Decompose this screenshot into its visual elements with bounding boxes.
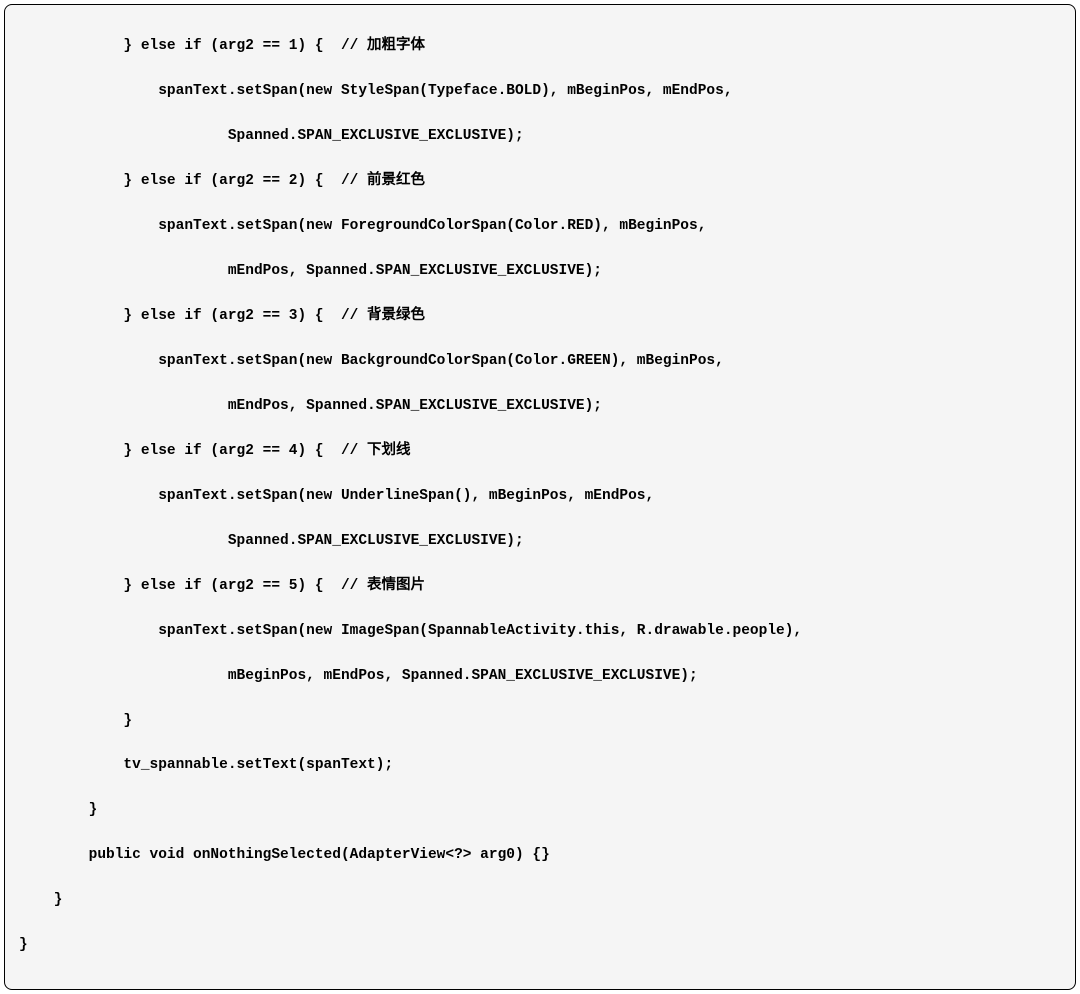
code-line: spanText.setSpan(new BackgroundColorSpan… <box>19 350 1061 372</box>
code-line: } else if (arg2 == 1) { // 加粗字体 <box>19 35 1061 57</box>
code-line: Spanned.SPAN_EXCLUSIVE_EXCLUSIVE); <box>19 125 1061 147</box>
code-line: mEndPos, Spanned.SPAN_EXCLUSIVE_EXCLUSIV… <box>19 260 1061 282</box>
code-line: } else if (arg2 == 4) { // 下划线 <box>19 440 1061 462</box>
code-line: spanText.setSpan(new ImageSpan(Spannable… <box>19 620 1061 642</box>
code-line: public void onNothingSelected(AdapterVie… <box>19 844 1061 866</box>
code-line: } else if (arg2 == 3) { // 背景绿色 <box>19 305 1061 327</box>
code-line: Spanned.SPAN_EXCLUSIVE_EXCLUSIVE); <box>19 530 1061 552</box>
code-line: mEndPos, Spanned.SPAN_EXCLUSIVE_EXCLUSIV… <box>19 395 1061 417</box>
code-line: } else if (arg2 == 2) { // 前景红色 <box>19 170 1061 192</box>
code-line: } else if (arg2 == 5) { // 表情图片 <box>19 575 1061 597</box>
code-line: spanText.setSpan(new ForegroundColorSpan… <box>19 215 1061 237</box>
code-line: } <box>19 710 1061 732</box>
code-line: } <box>19 934 1061 956</box>
code-block: } else if (arg2 == 1) { // 加粗字体 spanText… <box>4 4 1076 990</box>
code-line: tv_spannable.setText(spanText); <box>19 754 1061 776</box>
code-line: spanText.setSpan(new UnderlineSpan(), mB… <box>19 485 1061 507</box>
code-line: mBeginPos, mEndPos, Spanned.SPAN_EXCLUSI… <box>19 665 1061 687</box>
code-line: } <box>19 799 1061 821</box>
code-line: spanText.setSpan(new StyleSpan(Typeface.… <box>19 80 1061 102</box>
code-line: } <box>19 889 1061 911</box>
